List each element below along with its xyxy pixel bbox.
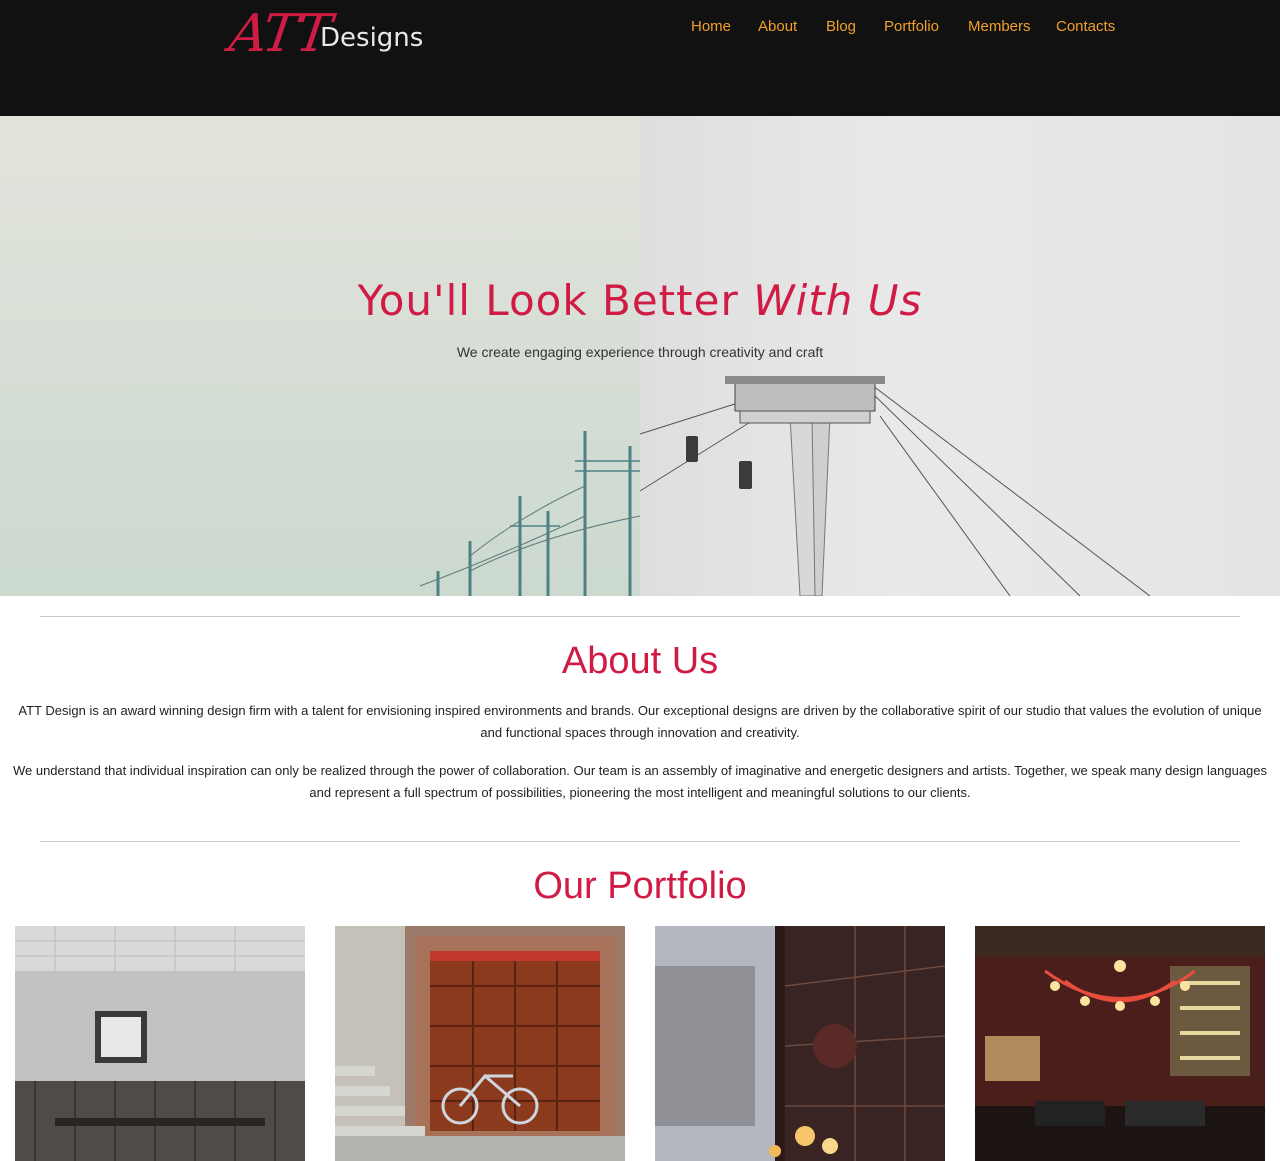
portfolio-image-lounge bbox=[975, 926, 1265, 1161]
portfolio-image-restaurant bbox=[655, 926, 945, 1161]
nav-home[interactable]: Home bbox=[691, 14, 731, 40]
portfolio-item-garage[interactable] bbox=[335, 926, 625, 1161]
hero-subtitle: We create engaging experience through cr… bbox=[456, 344, 824, 360]
hero-title-italic: With Us bbox=[753, 276, 923, 325]
nav-members[interactable]: Members bbox=[968, 14, 1031, 40]
hero-title-regular: You'll Look Better bbox=[357, 276, 739, 325]
portfolio-image-garage bbox=[335, 926, 625, 1161]
hero-banner: You'll Look Better With Us We create eng… bbox=[0, 116, 1280, 596]
divider bbox=[40, 616, 1240, 617]
about-paragraph-2: We understand that individual inspiratio… bbox=[12, 763, 1268, 800]
nav-blog[interactable]: Blog bbox=[826, 14, 856, 40]
nav-contacts[interactable]: Contacts bbox=[1056, 14, 1115, 40]
portfolio-image-cafe bbox=[15, 926, 305, 1161]
nav-portfolio[interactable]: Portfolio bbox=[884, 14, 939, 40]
portfolio-item-cafe[interactable] bbox=[15, 926, 305, 1161]
about-paragraph-1: ATT Design is an award winning design fi… bbox=[18, 703, 1262, 740]
hero-title: You'll Look Better With Us bbox=[0, 276, 1280, 325]
site-header: ATT Designs Home About Blog Portfolio Me… bbox=[0, 0, 1280, 116]
nav-about[interactable]: About bbox=[758, 14, 797, 40]
divider bbox=[40, 841, 1240, 842]
portfolio-item-restaurant[interactable] bbox=[655, 926, 945, 1161]
about-title: About Us bbox=[561, 640, 719, 682]
main-nav: Home About Blog Portfolio Members Contac… bbox=[0, 14, 1280, 40]
portfolio-title: Our Portfolio bbox=[533, 865, 747, 907]
portfolio-item-lounge[interactable] bbox=[975, 926, 1265, 1161]
